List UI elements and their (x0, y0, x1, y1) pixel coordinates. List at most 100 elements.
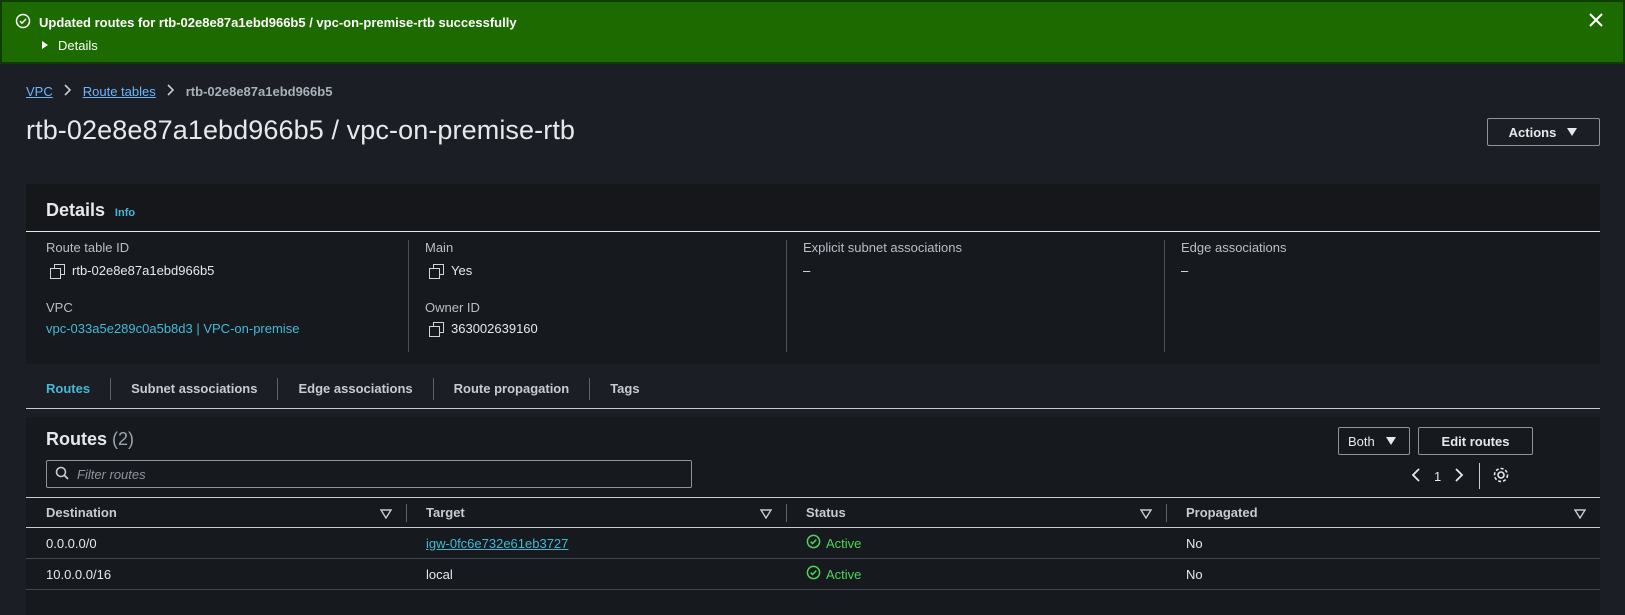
route-status-cell: Active (786, 558, 1166, 590)
details-col-3: Explicit subnet associations – (786, 240, 1164, 352)
details-heading: Details (46, 200, 106, 220)
owner-id-value: 363002639160 (451, 321, 538, 336)
chevron-right-icon (166, 84, 176, 99)
table-row: 10.0.0.0/16 local Active No (26, 558, 1600, 590)
route-target-cell: igw-0fc6e732e61eb3727 (406, 527, 786, 559)
route-destination: 0.0.0.0/0 (26, 527, 406, 559)
status-text: Active (826, 566, 862, 582)
column-divider (1166, 504, 1167, 522)
details-col-2: Main Yes Owner ID 363002639160 (408, 240, 786, 352)
chevron-right-icon[interactable] (1453, 467, 1465, 486)
column-label: Target (426, 505, 465, 520)
status-badge: Active (806, 534, 861, 552)
details-grid: Route table ID rtb-02e8e87a1ebd966b5 VPC… (26, 232, 1600, 364)
page-title: rtb-02e8e87a1ebd966b5 / vpc-on-premise-r… (26, 115, 576, 145)
success-check-icon (15, 13, 31, 32)
vpc-label: VPC (46, 300, 73, 315)
owner-id-value-row: 363002639160 (425, 321, 786, 337)
caret-right-icon (40, 38, 50, 53)
route-propagated: No (1166, 527, 1600, 559)
main-content: VPC Route tables rtb-02e8e87a1ebd966b5 r… (0, 64, 1625, 615)
route-destination: 10.0.0.0/16 (26, 558, 406, 590)
details-col-1: Route table ID rtb-02e8e87a1ebd966b5 VPC… (30, 240, 408, 352)
tab-edge-associations[interactable]: Edge associations (278, 377, 434, 400)
success-flash-banner: Updated routes for rtb-02e8e87a1ebd966b5… (0, 0, 1625, 64)
tab-subnet-associations[interactable]: Subnet associations (111, 377, 279, 400)
route-table-id-value: rtb-02e8e87a1ebd966b5 (72, 263, 215, 278)
tab-route-propagation[interactable]: Route propagation (434, 377, 591, 400)
page-number[interactable]: 1 (1434, 469, 1441, 484)
route-table-id-label: Route table ID (46, 240, 130, 255)
pagination: 1 (1410, 463, 1510, 489)
check-circle-icon (806, 565, 821, 583)
gear-icon[interactable] (1492, 466, 1510, 487)
main-value-row: Yes (425, 263, 786, 279)
flash-title-row: Updated routes for rtb-02e8e87a1ebd966b5… (15, 13, 517, 32)
details-col-4: Edge associations – (1164, 240, 1542, 352)
breadcrumb: VPC Route tables rtb-02e8e87a1ebd966b5 (26, 84, 332, 99)
caret-down-icon (1385, 434, 1397, 449)
route-status-cell: Active (786, 527, 1166, 559)
search-icon (55, 466, 69, 483)
details-header: Details Info (26, 184, 1600, 232)
actions-button[interactable]: Actions (1487, 118, 1600, 146)
edit-routes-button[interactable]: Edit routes (1418, 427, 1533, 455)
chevron-left-icon[interactable] (1410, 467, 1422, 486)
copy-icon[interactable] (50, 263, 65, 279)
breadcrumb-route-tables[interactable]: Route tables (83, 84, 156, 99)
table-row: 0.0.0.0/0 igw-0fc6e732e61eb3727 Active N… (26, 527, 1600, 559)
routes-count: (2) (112, 429, 135, 449)
vpc-value-row: vpc-033a5e289c0a5b8d3 | VPC-on-premise (46, 321, 408, 336)
table-header-row: Destination Target Status Propagated (26, 497, 1600, 528)
route-type-value: Both (1348, 433, 1375, 449)
column-status[interactable]: Status (786, 497, 1166, 528)
column-destination[interactable]: Destination (26, 497, 406, 528)
details-panel: Details Info Route table ID rtb-02e8e87a… (26, 184, 1600, 364)
column-propagated[interactable]: Propagated (1166, 497, 1600, 528)
column-label: Propagated (1186, 505, 1258, 520)
actions-label: Actions (1508, 124, 1557, 140)
close-icon[interactable] (1587, 11, 1605, 32)
route-target-link[interactable]: igw-0fc6e732e61eb3727 (426, 536, 568, 551)
main-value: Yes (451, 263, 473, 278)
copy-icon[interactable] (429, 263, 444, 279)
edge-associations-value: – (1181, 263, 1189, 278)
column-divider (406, 504, 407, 522)
main-label: Main (425, 240, 454, 255)
routes-heading: Routes (2) (46, 429, 134, 450)
route-table-id-value-row: rtb-02e8e87a1ebd966b5 (46, 263, 408, 279)
sort-icon[interactable] (759, 507, 773, 522)
filter-routes-input[interactable] (77, 466, 657, 482)
pager-divider (1479, 463, 1481, 489)
route-type-select[interactable]: Both (1338, 427, 1410, 455)
breadcrumb-vpc[interactable]: VPC (26, 84, 53, 99)
status-badge: Active (806, 565, 861, 583)
status-text: Active (826, 535, 862, 551)
flash-details-label: Details (58, 38, 98, 53)
column-divider (786, 504, 787, 522)
routes-panel: Routes (2) Both Edit routes 1 (26, 417, 1600, 615)
tab-tags[interactable]: Tags (590, 378, 659, 400)
column-label: Destination (46, 505, 117, 520)
routes-table: Destination Target Status Propagated 0.0… (26, 497, 1600, 590)
detail-tabs: Routes Subnet associations Edge associat… (26, 369, 1600, 409)
explicit-subnet-label: Explicit subnet associations (803, 240, 962, 255)
chevron-right-icon (63, 84, 73, 99)
info-link[interactable]: Info (115, 207, 135, 219)
flash-details-toggle[interactable]: Details (40, 38, 98, 53)
route-propagated: No (1166, 558, 1600, 590)
tab-routes[interactable]: Routes (26, 377, 112, 400)
copy-icon[interactable] (429, 321, 444, 337)
caret-down-icon (1566, 125, 1578, 140)
sort-icon[interactable] (1139, 507, 1153, 522)
filter-routes-field[interactable] (46, 460, 692, 488)
vpc-link[interactable]: vpc-033a5e289c0a5b8d3 | VPC-on-premise (46, 321, 299, 336)
flash-message: Updated routes for rtb-02e8e87a1ebd966b5… (39, 15, 517, 30)
column-target[interactable]: Target (406, 497, 786, 528)
routes-title: Routes (46, 429, 108, 449)
column-label: Status (806, 505, 846, 520)
sort-icon[interactable] (1573, 507, 1587, 522)
check-circle-icon (806, 534, 821, 552)
sort-icon[interactable] (379, 507, 393, 522)
route-target: local (406, 558, 786, 590)
